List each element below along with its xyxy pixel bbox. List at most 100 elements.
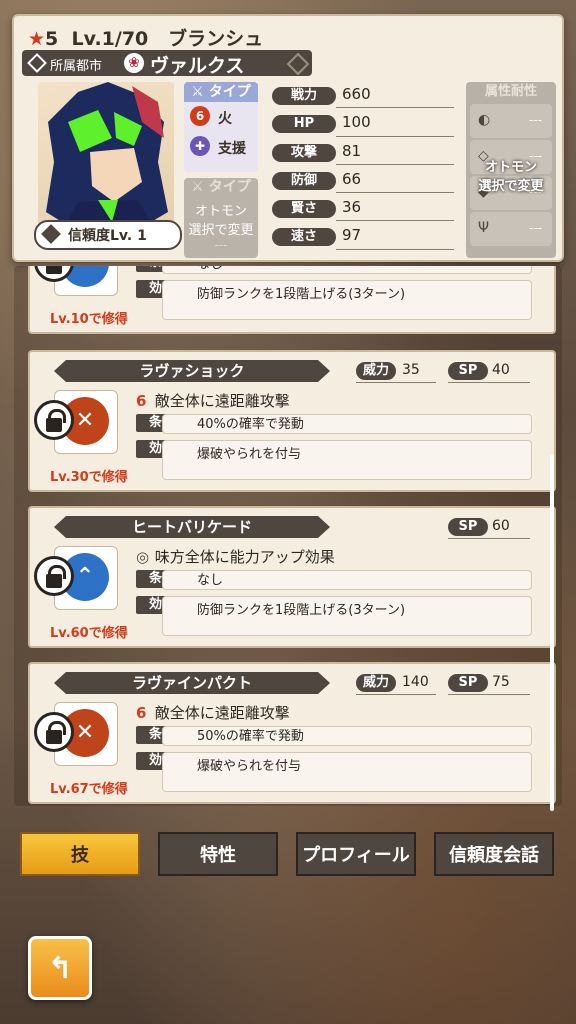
skill-description: 6 敵全体に遠距離攻撃 xyxy=(136,392,290,410)
support-icon: ◎ xyxy=(136,548,150,566)
stat-value: 97 xyxy=(342,226,362,245)
city-name: ヴァルクス xyxy=(150,55,245,77)
skill-card[interactable]: ⌃ 条件 なし 効果 防御ランクを1段階上げる(3ターン) Lv.10で修得 xyxy=(28,266,556,334)
tab-traits[interactable]: 特性 xyxy=(158,832,278,876)
trust-level: 信頼度Lv. 1 xyxy=(34,220,182,250)
stat-value: 66 xyxy=(342,169,362,188)
otomon-line3: --- xyxy=(214,238,228,252)
stat-key: 防御 xyxy=(272,171,336,190)
resistance-header: 属性耐性 xyxy=(484,84,537,99)
sp-value: 75 xyxy=(492,674,510,690)
ornament-icon xyxy=(286,52,310,76)
support-icon: ✚ xyxy=(190,136,210,156)
skill-name: ラヴァインパクト xyxy=(54,672,330,694)
tab-profile[interactable]: プロフィール xyxy=(296,832,416,876)
skill-name: ヒートバリケード xyxy=(54,516,330,538)
monster-header-panel: ★5 Lv.1/70 ブランシュ 所属都市 ❀ ヴァルクス 信頼度Lv. 1 ⚔… xyxy=(12,14,564,262)
trust-icon xyxy=(41,224,61,244)
sword-icon: ⚔ xyxy=(191,84,204,100)
condition-value: 40%の確率で発動 xyxy=(162,414,532,434)
power-value: 140 xyxy=(402,674,429,690)
back-button[interactable]: ↰ xyxy=(28,936,92,1000)
otomon-type-header: ⚔ タイプ xyxy=(191,179,251,195)
otomon-type-box[interactable]: ⚔ タイプ オトモン 選択で変更 --- xyxy=(184,178,258,258)
skill-name: ラヴァショック xyxy=(54,360,330,382)
condition-value: なし xyxy=(162,266,532,274)
type-header: ⚔ タイプ xyxy=(184,82,258,102)
effect-value: 爆破やられを付与 xyxy=(162,440,532,480)
type-header-label: タイプ xyxy=(208,84,251,100)
resist-row: ◐ --- xyxy=(470,104,552,138)
learn-level: Lv.10で修得 xyxy=(50,312,128,327)
stat-row: 賢さ 36 xyxy=(266,195,454,223)
portrait-art xyxy=(46,82,168,232)
fire-icon: 6 xyxy=(190,106,210,126)
condition-value: なし xyxy=(162,570,532,590)
learn-level: Lv.67で修得 xyxy=(50,782,128,797)
stat-key: HP xyxy=(272,115,336,134)
back-arrow-icon: ↰ xyxy=(47,951,73,986)
stat-key: 賢さ xyxy=(272,200,336,219)
stat-value: 660 xyxy=(342,85,371,103)
stat-row: HP 100 xyxy=(266,110,454,138)
lock-icon xyxy=(34,556,74,596)
effect-value: 防御ランクを1段階上げる(3ターン) xyxy=(162,280,532,320)
stat-row: 戦力 660 xyxy=(266,82,454,110)
stat-row: 速さ 97 xyxy=(266,223,454,251)
fire-icon: 6 xyxy=(136,704,147,722)
sp-label: SP xyxy=(448,518,488,536)
star-icon: ★ xyxy=(28,28,46,50)
monster-name: ブランシュ xyxy=(168,28,264,50)
fire-resist-icon: ◐ xyxy=(478,112,491,128)
sp-label: SP xyxy=(448,674,488,692)
power-label: 威力 xyxy=(356,362,396,380)
resist-overlay: オトモン 選択で変更 xyxy=(478,160,544,194)
rarity: 5 xyxy=(45,28,59,50)
otomon-line2: 選択で変更 xyxy=(188,223,254,238)
city-emblem-icon: ❀ xyxy=(124,53,144,73)
effect-value: 爆破やられを付与 xyxy=(162,752,532,792)
effect-value: 防御ランクを1段階上げる(3ターン) xyxy=(162,596,532,636)
otomon-line1: オトモン xyxy=(194,204,247,219)
city-bar: 所属都市 ❀ ヴァルクス xyxy=(22,50,312,77)
scrollbar[interactable] xyxy=(550,455,554,811)
stat-row: 防御 66 xyxy=(266,167,454,195)
resistance-box[interactable]: 属性耐性 ◐ --- ◇ --- ◆ --- Ψ --- オトモン 選択で変更 xyxy=(466,82,556,258)
skill-card[interactable]: ラヴァショック 威力 35 SP 40 ✕ 6 敵全体に遠距離攻撃 条件 40%… xyxy=(28,350,556,492)
sword-icon: ⚔ xyxy=(191,179,204,195)
learn-level: Lv.30で修得 xyxy=(50,470,128,485)
skill-description: 6 敵全体に遠距離攻撃 xyxy=(136,704,290,722)
type-label: 支援 xyxy=(218,141,246,157)
stat-row: 攻撃 81 xyxy=(266,139,454,167)
skill-list[interactable]: ⌃ 条件 なし 効果 防御ランクを1段階上げる(3ターン) Lv.10で修得 ラ… xyxy=(14,266,562,806)
type-label: 火 xyxy=(218,111,232,127)
stat-value: 36 xyxy=(342,198,362,217)
skill-description: ◎ 味方全体に能力アップ効果 xyxy=(136,548,335,566)
claw-resist-icon: Ψ xyxy=(478,220,490,236)
tab-skills[interactable]: 技 xyxy=(20,832,140,876)
stat-value: 100 xyxy=(342,113,371,132)
stats-panel: 戦力 660 HP 100 攻撃 81 防御 66 賢さ 36 速さ 97 xyxy=(266,82,454,252)
type-box: ⚔ タイプ 6 火 ✚ 支援 xyxy=(184,82,258,172)
monster-title-line: ★5 Lv.1/70 ブランシュ xyxy=(28,24,263,51)
monster-portrait[interactable] xyxy=(38,82,174,232)
stat-value: 81 xyxy=(342,141,362,160)
type-row-support: ✚ 支援 xyxy=(184,132,258,162)
trust-label: 信頼度Lv. 1 xyxy=(68,228,147,244)
city-label: 所属都市 xyxy=(50,59,103,74)
stat-key: 攻撃 xyxy=(272,143,336,162)
resist-row: Ψ --- xyxy=(470,212,552,246)
level: Lv.1/70 xyxy=(71,28,149,50)
fire-icon: 6 xyxy=(136,392,147,410)
lock-icon xyxy=(34,712,74,752)
condition-value: 50%の確率で発動 xyxy=(162,726,532,746)
tab-trust-talk[interactable]: 信頼度会話 xyxy=(434,832,554,876)
sp-value: 60 xyxy=(492,518,510,534)
power-label: 威力 xyxy=(356,674,396,692)
skill-card[interactable]: ヒートバリケード SP 60 ⌃ ◎ 味方全体に能力アップ効果 条件 なし 効果… xyxy=(28,506,556,648)
lock-icon xyxy=(34,400,74,440)
stat-key: 速さ xyxy=(272,228,336,247)
skill-card[interactable]: ラヴァインパクト 威力 140 SP 75 ✕ 6 敵全体に遠距離攻撃 条件 5… xyxy=(28,662,556,804)
type-row-fire: 6 火 xyxy=(184,102,258,132)
diamond-icon xyxy=(27,53,47,73)
